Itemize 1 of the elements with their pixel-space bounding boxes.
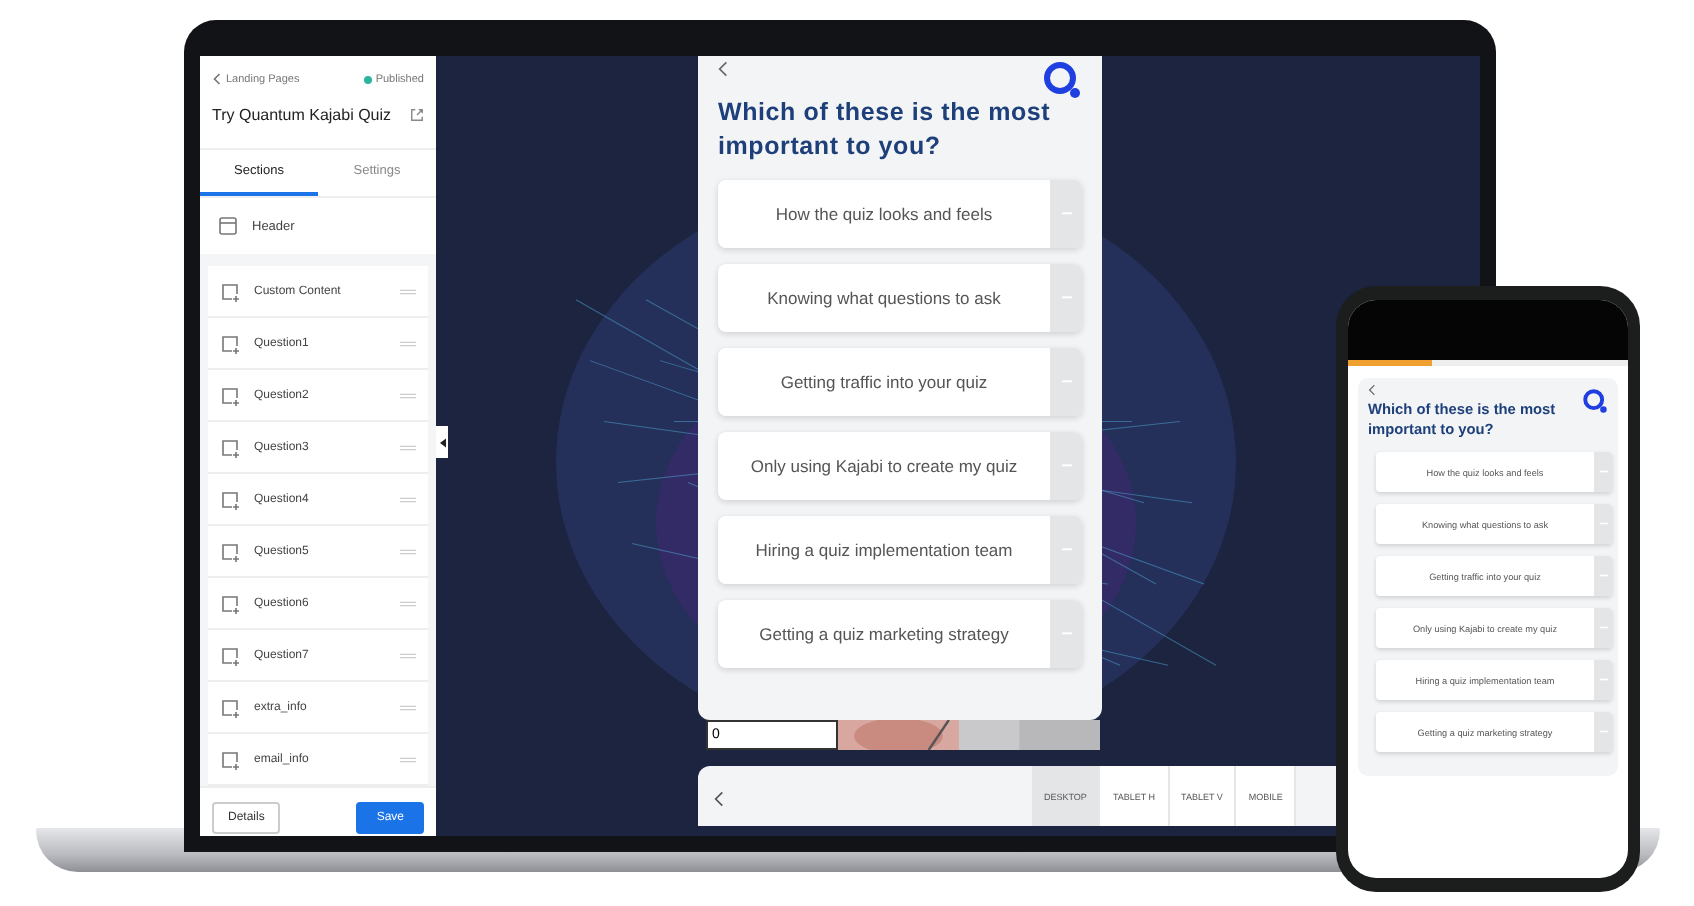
page-title: Try Quantum Kajabi Quiz	[212, 106, 392, 124]
